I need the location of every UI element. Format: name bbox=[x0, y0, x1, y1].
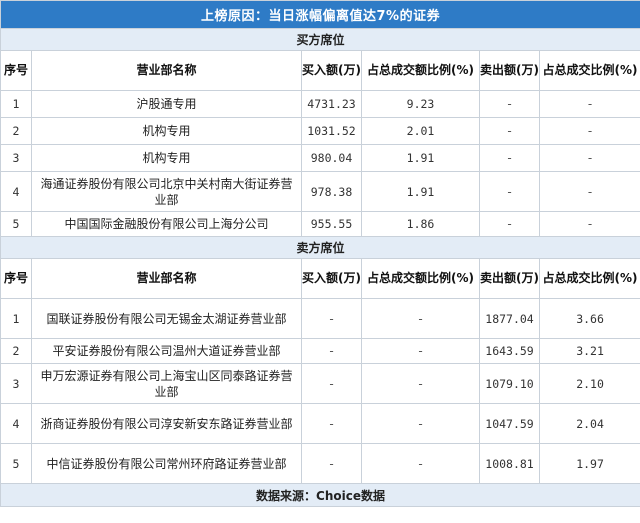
table-row: 3 机构专用 980.04 1.91 - - bbox=[0, 144, 640, 172]
buy-ratio: - bbox=[361, 403, 480, 444]
buy-ratio: 1.91 bbox=[361, 144, 480, 172]
table-row: 2 机构专用 1031.52 2.01 - - bbox=[0, 117, 640, 145]
header-buy-ratio: 占总成交额比例(%) bbox=[361, 258, 480, 299]
buy-ratio: 1.86 bbox=[361, 211, 480, 237]
buy-ratio: - bbox=[361, 443, 480, 484]
branch-name: 中信证券股份有限公司常州环府路证券营业部 bbox=[31, 443, 302, 484]
row-index: 2 bbox=[0, 117, 32, 145]
table-row: 4 海通证券股份有限公司北京中关村南大街证券营业部 978.38 1.91 - … bbox=[0, 171, 640, 212]
sell-ratio: - bbox=[538, 90, 640, 118]
sell-amount: - bbox=[479, 117, 540, 145]
branch-name: 浙商证券股份有限公司淳安新安东路证券营业部 bbox=[31, 403, 302, 444]
sell-amount: - bbox=[479, 171, 540, 212]
header-branch-name: 营业部名称 bbox=[31, 50, 302, 91]
row-index: 4 bbox=[0, 171, 32, 212]
sell-amount: 1643.59 bbox=[479, 338, 540, 364]
sell-amount: - bbox=[479, 144, 540, 172]
header-sell-ratio: 占总成交比例(%) bbox=[538, 50, 640, 91]
sell-ratio: 1.97 bbox=[538, 443, 640, 484]
row-index: 2 bbox=[0, 338, 32, 364]
row-index: 5 bbox=[0, 443, 32, 484]
sell-ratio: - bbox=[538, 144, 640, 172]
header-sell-amount: 卖出额(万) bbox=[479, 258, 540, 299]
buy-amount: - bbox=[301, 443, 362, 484]
header-branch-name: 营业部名称 bbox=[31, 258, 302, 299]
header-sell-ratio: 占总成交比例(%) bbox=[538, 258, 640, 299]
table-row: 5 中信证券股份有限公司常州环府路证券营业部 - - 1008.81 1.97 bbox=[0, 443, 640, 484]
branch-name: 中国国际金融股份有限公司上海分公司 bbox=[31, 211, 302, 237]
buy-ratio: 9.23 bbox=[361, 90, 480, 118]
sell-amount: - bbox=[479, 90, 540, 118]
sell-amount: 1047.59 bbox=[479, 403, 540, 444]
branch-name: 申万宏源证券有限公司上海宝山区同泰路证券营业部 bbox=[31, 363, 302, 404]
row-index: 3 bbox=[0, 144, 32, 172]
sell-amount: - bbox=[479, 211, 540, 237]
dragon-tiger-table: 上榜原因：当日涨幅偏离值达7%的证券 买方席位 序号 营业部名称 买入额(万) … bbox=[0, 0, 640, 507]
lhb-table-container: 上榜原因：当日涨幅偏离值达7%的证券 买方席位 序号 营业部名称 买入额(万) … bbox=[0, 0, 640, 523]
buy-amount: 955.55 bbox=[301, 211, 362, 237]
sell-amount: 1008.81 bbox=[479, 443, 540, 484]
buy-ratio: 1.91 bbox=[361, 171, 480, 212]
buy-ratio: - bbox=[361, 338, 480, 364]
row-index: 5 bbox=[0, 211, 32, 237]
header-index: 序号 bbox=[0, 50, 32, 91]
header-buy-amount: 买入额(万) bbox=[301, 50, 362, 91]
table-row: 2 平安证券股份有限公司温州大道证券营业部 - - 1643.59 3.21 bbox=[0, 338, 640, 364]
sell-amount: 1079.10 bbox=[479, 363, 540, 404]
data-source-footer: 数据来源：Choice数据 bbox=[0, 483, 640, 507]
sell-section-label: 卖方席位 bbox=[0, 236, 640, 259]
table-row: 1 国联证券股份有限公司无锡金太湖证券营业部 - - 1877.04 3.66 bbox=[0, 298, 640, 339]
buy-amount: - bbox=[301, 338, 362, 364]
buy-amount: - bbox=[301, 403, 362, 444]
sell-ratio: 2.10 bbox=[538, 363, 640, 404]
table-row: 4 浙商证券股份有限公司淳安新安东路证券营业部 - - 1047.59 2.04 bbox=[0, 403, 640, 444]
sell-ratio: 3.21 bbox=[538, 338, 640, 364]
sell-amount: 1877.04 bbox=[479, 298, 540, 339]
buy-amount: - bbox=[301, 298, 362, 339]
row-index: 3 bbox=[0, 363, 32, 404]
buy-amount: 980.04 bbox=[301, 144, 362, 172]
buy-ratio: - bbox=[361, 363, 480, 404]
buy-amount: - bbox=[301, 363, 362, 404]
header-buy-amount: 买入额(万) bbox=[301, 258, 362, 299]
branch-name: 沪股通专用 bbox=[31, 90, 302, 118]
row-index: 1 bbox=[0, 298, 32, 339]
row-index: 1 bbox=[0, 90, 32, 118]
sell-ratio: 3.66 bbox=[538, 298, 640, 339]
branch-name: 机构专用 bbox=[31, 144, 302, 172]
branch-name: 机构专用 bbox=[31, 117, 302, 145]
buy-ratio: 2.01 bbox=[361, 117, 480, 145]
header-sell-amount: 卖出额(万) bbox=[479, 50, 540, 91]
page-title: 上榜原因：当日涨幅偏离值达7%的证券 bbox=[0, 0, 640, 29]
buy-amount: 978.38 bbox=[301, 171, 362, 212]
buy-header-row: 序号 营业部名称 买入额(万) 占总成交额比例(%) 卖出额(万) 占总成交比例… bbox=[0, 50, 640, 91]
branch-name: 平安证券股份有限公司温州大道证券营业部 bbox=[31, 338, 302, 364]
table-row: 3 申万宏源证券有限公司上海宝山区同泰路证券营业部 - - 1079.10 2.… bbox=[0, 363, 640, 404]
branch-name: 海通证券股份有限公司北京中关村南大街证券营业部 bbox=[31, 171, 302, 212]
buy-ratio: - bbox=[361, 298, 480, 339]
sell-header-row: 序号 营业部名称 买入额(万) 占总成交额比例(%) 卖出额(万) 占总成交比例… bbox=[0, 258, 640, 299]
sell-ratio: - bbox=[538, 117, 640, 145]
branch-name: 国联证券股份有限公司无锡金太湖证券营业部 bbox=[31, 298, 302, 339]
buy-amount: 4731.23 bbox=[301, 90, 362, 118]
buy-amount: 1031.52 bbox=[301, 117, 362, 145]
sell-ratio: 2.04 bbox=[538, 403, 640, 444]
row-index: 4 bbox=[0, 403, 32, 444]
sell-ratio: - bbox=[538, 211, 640, 237]
header-buy-ratio: 占总成交额比例(%) bbox=[361, 50, 480, 91]
table-row: 5 中国国际金融股份有限公司上海分公司 955.55 1.86 - - bbox=[0, 211, 640, 237]
header-index: 序号 bbox=[0, 258, 32, 299]
sell-ratio: - bbox=[538, 171, 640, 212]
buy-section-label: 买方席位 bbox=[0, 28, 640, 51]
table-row: 1 沪股通专用 4731.23 9.23 - - bbox=[0, 90, 640, 118]
